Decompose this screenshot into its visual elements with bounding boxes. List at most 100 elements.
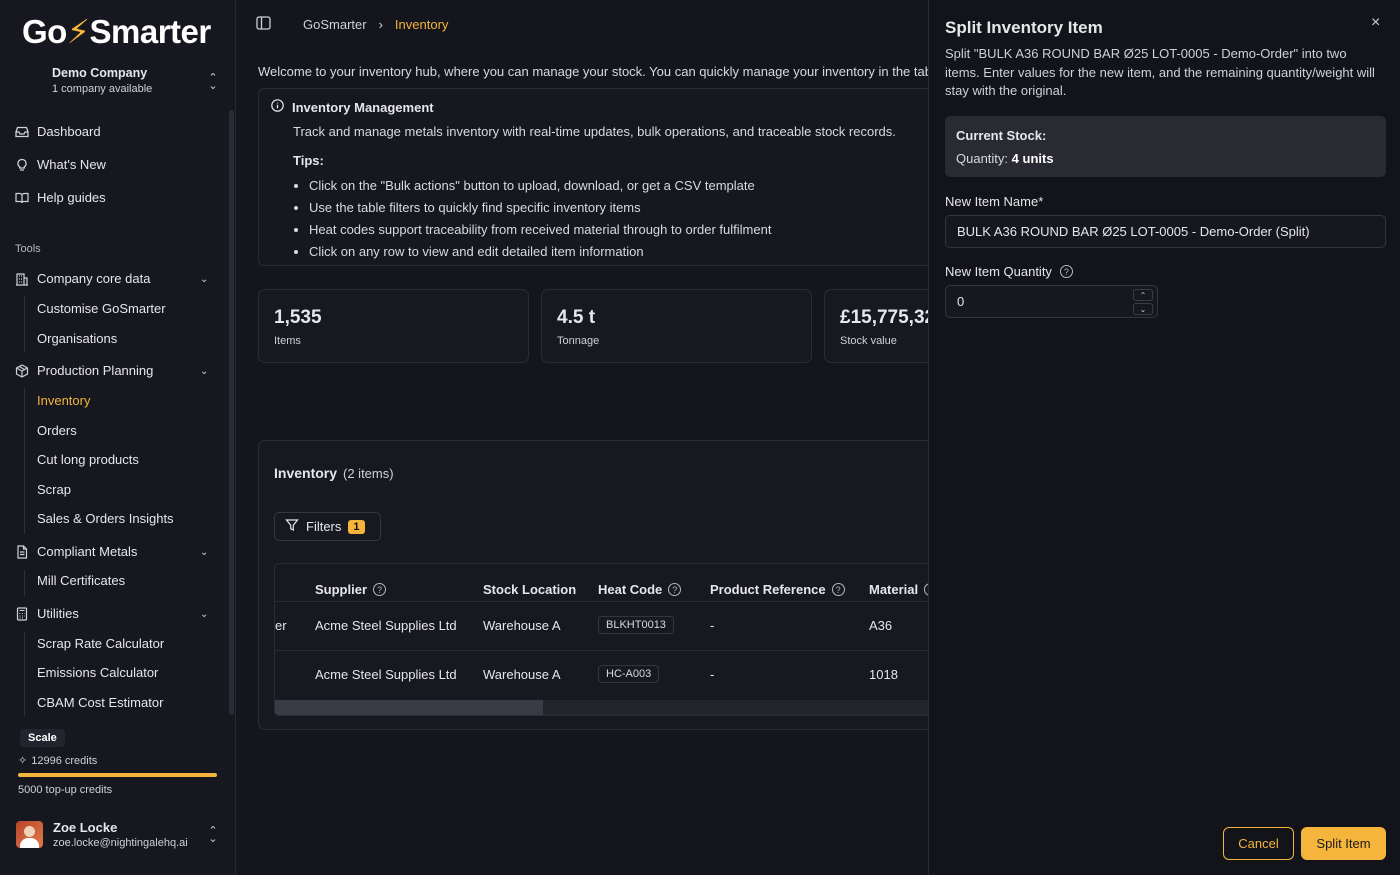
stat-value: 1,535 (274, 307, 322, 328)
tips-list: Click on the "Bulk actions" button to up… (309, 175, 771, 263)
quantity-stepper[interactable]: ⌃ ⌄ (1133, 289, 1153, 315)
nav-orders[interactable]: Orders (37, 423, 77, 438)
tip-item: Click on the "Bulk actions" button to up… (309, 175, 771, 197)
column-header-heat-code[interactable]: Heat Code? (598, 582, 682, 597)
company-switcher[interactable]: Demo Company 1 company available (52, 66, 152, 95)
info-description: Track and manage metals inventory with r… (293, 124, 896, 139)
nav-company-core-data[interactable]: Company core data (15, 271, 150, 286)
chevrons-up-down-icon[interactable]: ⌃ ⌄ (208, 73, 218, 92)
sidebar-scrollbar[interactable] (229, 110, 234, 715)
user-email: zoe.locke@nightingalehq.ai (53, 837, 188, 849)
nav-inventory[interactable]: Inventory (37, 393, 90, 408)
cancel-button[interactable]: Cancel (1223, 827, 1294, 860)
stat-card-tonnage: 4.5 t Tonnage (541, 289, 812, 363)
column-header-product-reference[interactable]: Product Reference? (710, 582, 845, 597)
sparkle-icon: ✧ (18, 755, 28, 767)
credits-text: 12996 credits (31, 754, 98, 767)
current-stock-box: Current Stock: Quantity: 4 units (945, 116, 1386, 177)
filters-button[interactable]: Filters 1 (274, 512, 381, 541)
nav-mill-certificates[interactable]: Mill Certificates (37, 573, 125, 588)
submenu-line (24, 570, 25, 596)
help-circle-icon[interactable]: ? (831, 583, 845, 596)
cell-location: Warehouse A (483, 667, 561, 682)
nav-help-label: Help guides (37, 190, 106, 205)
nav-dashboard[interactable]: Dashboard (15, 124, 101, 139)
column-header-supplier[interactable]: Supplier? (315, 582, 387, 597)
chevron-down-icon[interactable]: ⌄ (200, 609, 208, 620)
nav-cut-long-products[interactable]: Cut long products (37, 452, 139, 467)
nav-company-core-label: Company core data (37, 271, 151, 286)
heat-code-badge: HC-A003 (598, 665, 660, 683)
nav-dashboard-label: Dashboard (37, 124, 101, 139)
info-header: Inventory Management (271, 99, 434, 115)
column-header-material[interactable]: Material? (869, 582, 928, 597)
scrollbar-thumb[interactable] (275, 700, 543, 715)
cell-location: Warehouse A (483, 618, 561, 633)
tip-item: Click on any row to view and edit detail… (309, 241, 771, 263)
panel-description: Split "BULK A36 ROUND BAR Ø25 LOT-0005 -… (945, 46, 1375, 98)
chevron-down-icon[interactable]: ⌄ (200, 547, 208, 558)
tools-section-label: Tools (15, 243, 41, 255)
chevrons-up-down-icon[interactable]: ⌃ ⌄ (208, 826, 218, 845)
increment-icon[interactable]: ⌃ (1133, 289, 1153, 301)
nav-compliant-label: Compliant Metals (37, 544, 138, 559)
breadcrumb-root[interactable]: GoSmarter (303, 17, 367, 32)
nav-utilities[interactable]: Utilities (15, 606, 79, 621)
nav-compliant-metals[interactable]: Compliant Metals (15, 544, 137, 559)
nav-help-guides[interactable]: Help guides (15, 190, 106, 205)
nav-organisations[interactable]: Organisations (37, 331, 117, 346)
nav-customise-gosmarter[interactable]: Customise GoSmarter (37, 301, 166, 316)
help-circle-icon[interactable]: ? (668, 583, 682, 596)
breadcrumb: GoSmarter › Inventory (256, 16, 448, 33)
cell-supplier: Acme Steel Supplies Ltd (315, 618, 457, 633)
plan-badge: Scale (20, 729, 65, 747)
input-value: BULK A36 ROUND BAR Ø25 LOT-0005 - Demo-O… (957, 224, 1310, 239)
tip-item: Use the table filters to quickly find sp… (309, 197, 771, 219)
nav-emissions-calculator[interactable]: Emissions Calculator (37, 665, 158, 680)
help-circle-icon[interactable]: ? (1059, 265, 1073, 278)
input-value: 0 (957, 294, 965, 309)
new-item-quantity-input[interactable]: 0 ⌃ ⌄ (945, 285, 1158, 318)
stat-card-stock-value: £15,775,32 Stock value (824, 289, 928, 363)
stat-value: 4.5 t (557, 307, 596, 328)
info-icon (271, 99, 284, 115)
stat-label: Stock value (840, 335, 897, 347)
sidebar-toggle-icon[interactable] (256, 16, 271, 33)
nav-sales-orders-insights[interactable]: Sales & Orders Insights (37, 511, 174, 526)
building-icon (15, 272, 29, 286)
chevron-down-icon[interactable]: ⌄ (200, 274, 208, 285)
new-item-name-input[interactable]: BULK A36 ROUND BAR Ø25 LOT-0005 - Demo-O… (945, 215, 1386, 248)
help-circle-icon[interactable]: ? (373, 583, 387, 596)
chevron-down-icon[interactable]: ⌄ (200, 366, 208, 377)
nav-scrap-rate-calculator[interactable]: Scrap Rate Calculator (37, 636, 164, 651)
main-content: GoSmarter › Inventory Welcome to your in… (236, 0, 928, 875)
tips-label: Tips: (293, 153, 324, 168)
split-item-button[interactable]: Split Item (1301, 827, 1386, 860)
heat-code-badge: BLKHT0013 (598, 616, 674, 634)
stat-card-items: 1,535 Items (258, 289, 529, 363)
gosmarter-logo[interactable]: Go⚡Smarter (22, 12, 211, 51)
inventory-card: Inventory (2 items) Filters 1 Supplier? S… (258, 440, 928, 730)
breadcrumb-current: Inventory (394, 17, 449, 32)
inbox-icon (15, 125, 29, 139)
user-menu[interactable]: Zoe Locke zoe.locke@nightingalehq.ai (16, 820, 188, 849)
nav-whats-new[interactable]: What's New (15, 157, 106, 172)
column-header-stock-location[interactable]: Stock Location (483, 582, 576, 597)
nav-utilities-label: Utilities (37, 606, 79, 621)
nav-production-planning[interactable]: Production Planning (15, 363, 153, 378)
submenu-line (24, 296, 25, 352)
sidebar: Go⚡Smarter Demo Company 1 company availa… (0, 0, 236, 875)
close-icon[interactable]: × (1371, 14, 1380, 32)
stat-label: Items (274, 335, 301, 347)
filters-label: Filters (306, 519, 342, 534)
lightbulb-icon (15, 158, 29, 172)
filter-icon (285, 518, 299, 535)
table-horizontal-scrollbar[interactable] (275, 700, 928, 715)
row-divider (275, 650, 928, 651)
decrement-icon[interactable]: ⌄ (1133, 303, 1153, 315)
nav-cbam-cost-estimator[interactable]: CBAM Cost Estimator (37, 695, 163, 710)
nav-scrap[interactable]: Scrap (37, 482, 71, 497)
book-open-icon (15, 191, 29, 205)
stat-value: £15,775,32 (840, 307, 928, 328)
panel-title: Split Inventory Item (945, 18, 1103, 37)
